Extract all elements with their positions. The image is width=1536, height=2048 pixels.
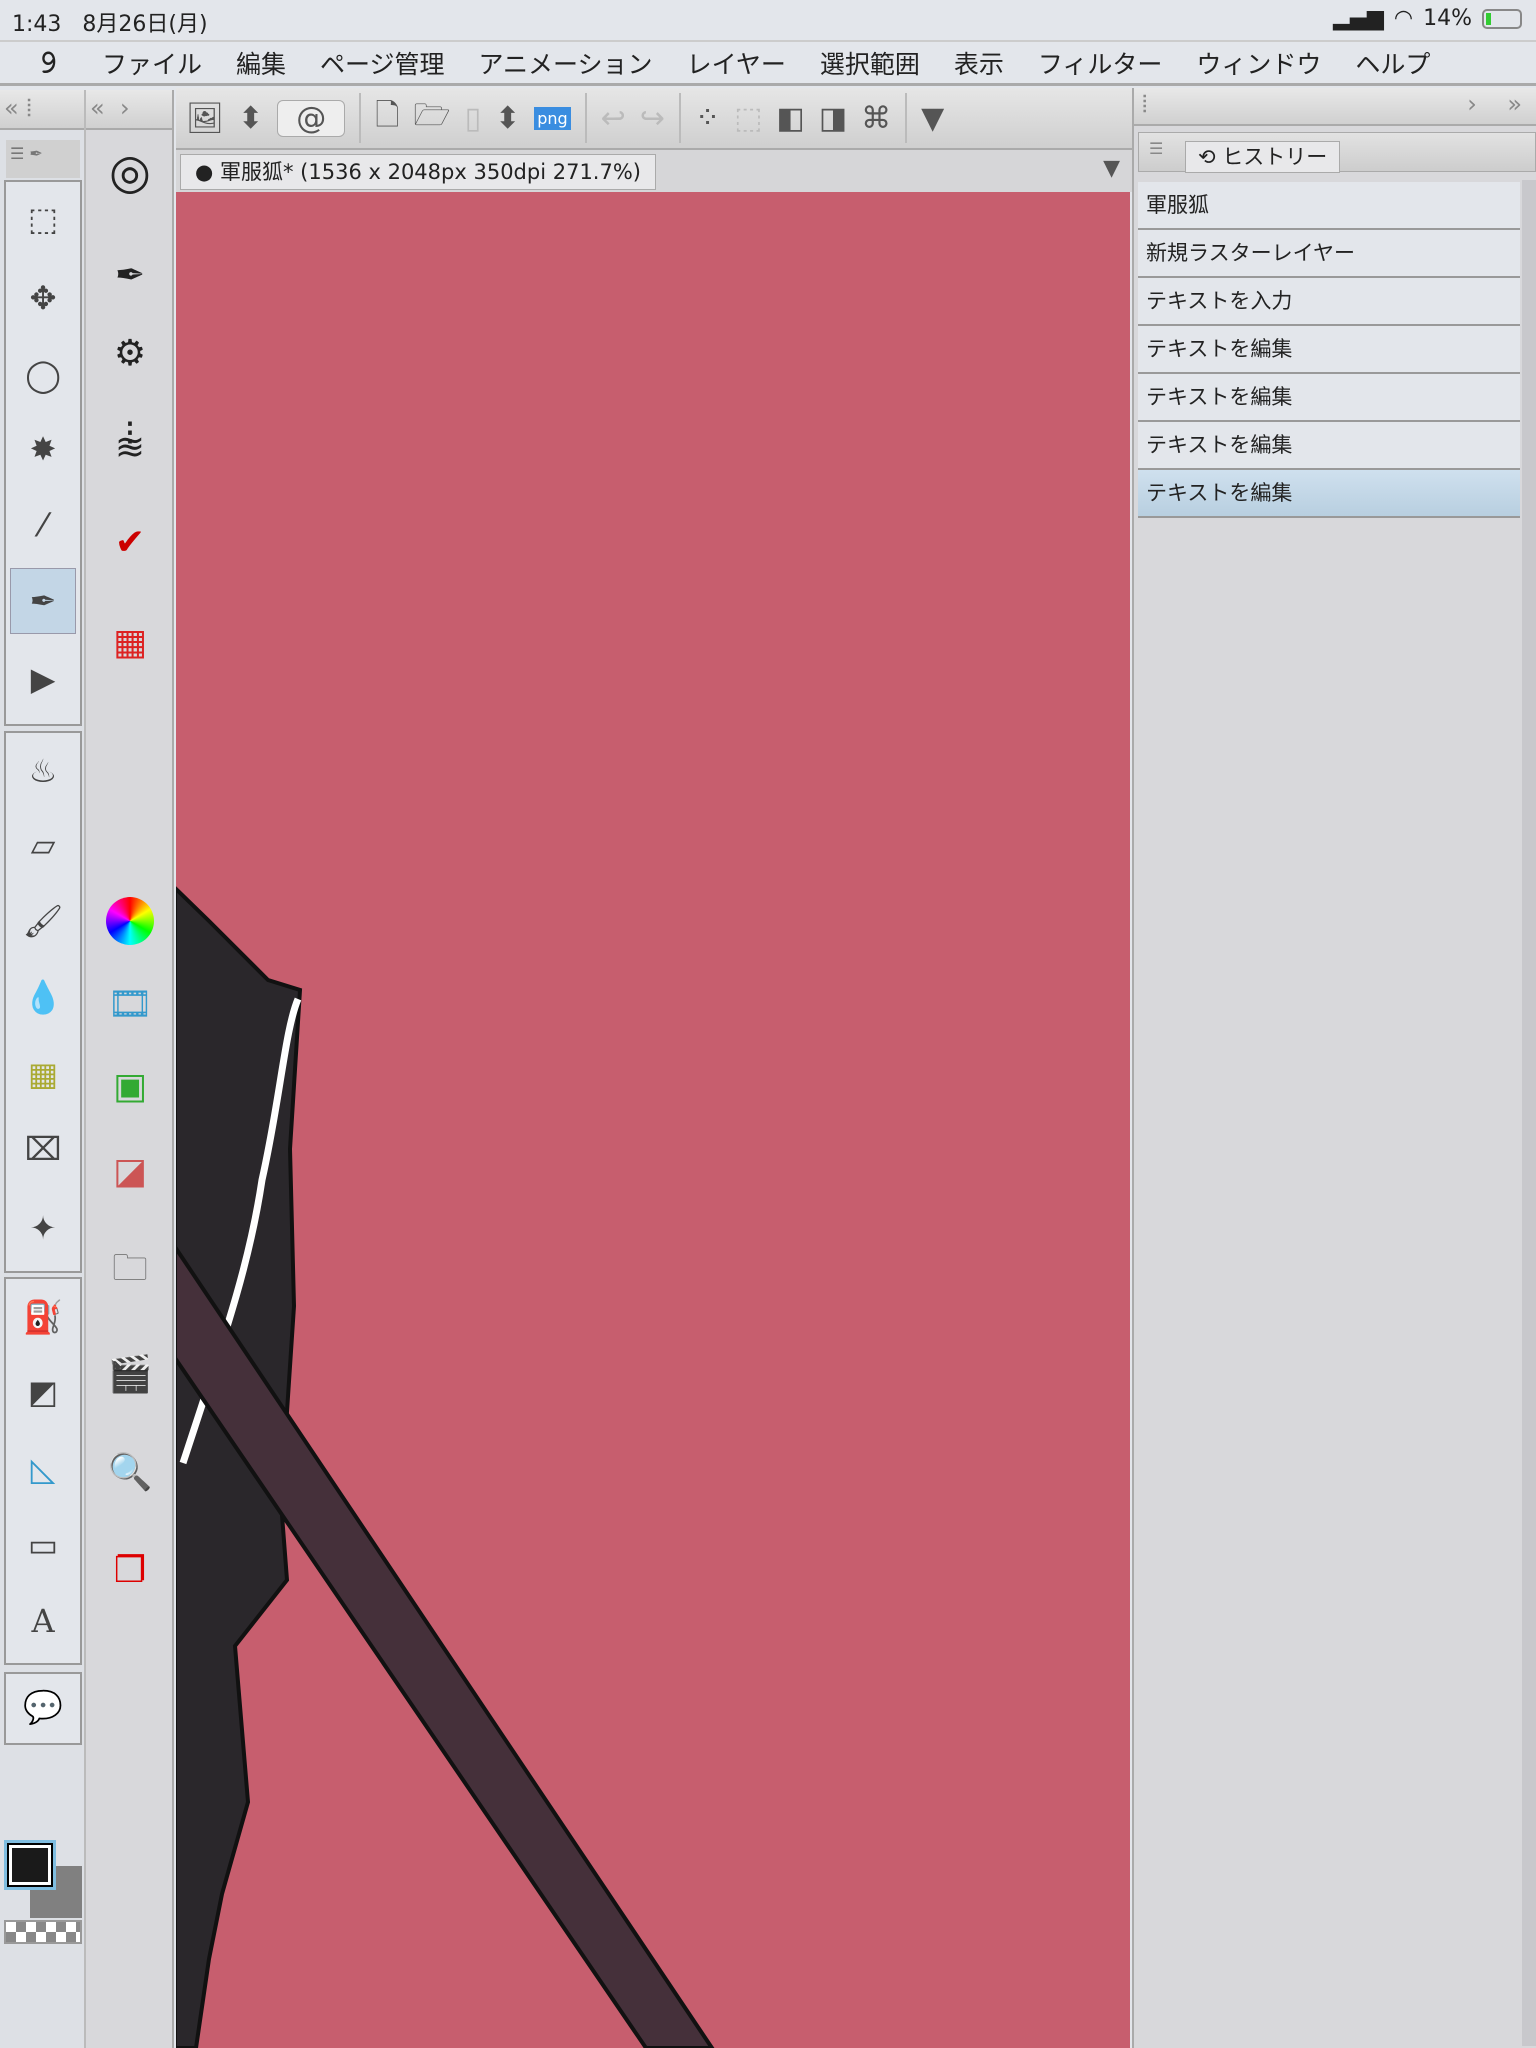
layer-search-icon[interactable]: ▣: [100, 1056, 160, 1116]
document-tab[interactable]: ● 軍服狐* (1536 x 2048px 350dpi 271.7%): [180, 154, 656, 190]
command-column: « › ◎ ✒ ⚙ ⁝ ≋ ✔ ▦ 🎞 ▣ ◪ 🗀 🎬 🔍 ❐: [86, 90, 174, 2048]
canvas[interactable]: [176, 192, 1130, 2048]
navigator-icon[interactable]: ◎: [100, 142, 160, 202]
animation-timeline-icon[interactable]: 🎞: [100, 974, 160, 1034]
battery-percent: 14%: [1423, 6, 1472, 31]
menu-view[interactable]: 表示: [954, 45, 1004, 81]
ruler-tool-icon[interactable]: ◺: [10, 1436, 76, 1502]
history-item[interactable]: テキストを編集: [1138, 326, 1520, 374]
fill-selection-icon[interactable]: ◧: [776, 101, 804, 136]
battery-icon: [1482, 8, 1522, 29]
tool-palette-menu-icon[interactable]: ☰ ✒: [6, 140, 80, 178]
app-logo-icon[interactable]: 𝟿: [20, 45, 76, 80]
menu-selection[interactable]: 選択範囲: [820, 45, 920, 81]
history-item[interactable]: テキストを編集: [1138, 422, 1520, 470]
document-tab-bar: ● 軍服狐* (1536 x 2048px 350dpi 271.7%) ▼: [176, 150, 1132, 192]
decoration-tool-icon[interactable]: ▦: [10, 1041, 76, 1107]
menu-help[interactable]: ヘルプ: [1355, 45, 1430, 81]
quick-access-icon[interactable]: 🖼: [186, 101, 224, 136]
history-item[interactable]: 新規ラスターレイヤー: [1138, 230, 1520, 278]
view-tool-icon[interactable]: ⬚: [10, 186, 76, 252]
tool-property-icon[interactable]: ⚙: [100, 323, 160, 383]
lasso-tool-icon[interactable]: ◯: [10, 342, 76, 408]
menu-page[interactable]: ページ管理: [320, 45, 445, 81]
menu-file[interactable]: ファイル: [102, 45, 202, 81]
export-png-icon[interactable]: png: [534, 106, 571, 130]
blend-tool-icon[interactable]: 💧: [10, 964, 76, 1030]
collapse-left-icon[interactable]: « ⦙: [0, 90, 84, 130]
save-icon[interactable]: ▯: [465, 101, 482, 136]
signal-icon: ▂▄▆: [1333, 6, 1384, 31]
brush-tool-icon[interactable]: ▱: [10, 812, 76, 878]
menu-animation[interactable]: アニメーション: [479, 45, 653, 81]
airbrush-icon[interactable]: ♨: [10, 738, 76, 804]
item-bank-icon[interactable]: ❐: [100, 1540, 160, 1600]
app-menu-button[interactable]: @: [277, 99, 346, 137]
rectangle-tool-icon[interactable]: ▭: [10, 1512, 76, 1578]
sparkle-tool-icon[interactable]: ✦: [10, 1195, 76, 1261]
gradient-tool-icon[interactable]: ◩: [10, 1359, 76, 1425]
menu-bar: 𝟿 ファイル 編集 ページ管理 アニメーション レイヤー 選択範囲 表示 フィル…: [0, 40, 1536, 86]
gradient-map-icon[interactable]: ◪: [100, 1141, 160, 1201]
date: 8月26日(月): [82, 12, 208, 37]
menu-filter[interactable]: フィルター: [1038, 45, 1163, 81]
menu-layer[interactable]: レイヤー: [687, 45, 786, 81]
layer-property-icon[interactable]: ✔: [100, 512, 160, 572]
menu-edit[interactable]: 編集: [236, 45, 286, 81]
balloon-tool-icon[interactable]: 💬: [10, 1674, 76, 1740]
panel-menu-icon[interactable]: ☰: [1149, 139, 1163, 158]
history-item[interactable]: 軍服狐: [1138, 182, 1520, 230]
status-bar: 1:43 8月26日(月) ▂▄▆ ◠ 14%: [0, 0, 1536, 40]
command-bar: 🖼 ⬍ @ 🗋 🗁 ▯ ⬍ png ↩ ↪ ⁘ ⬚ ◧ ◨ ⌘ ▼: [176, 88, 1132, 150]
document-title: 軍服狐* (1536 x 2048px 350dpi 271.7%): [220, 160, 641, 184]
panel-collapse-bar[interactable]: ⦙ › »: [1134, 88, 1536, 126]
search-layer-icon[interactable]: 🔍: [100, 1442, 160, 1502]
up-down-arrows-icon-2[interactable]: ⬍: [495, 101, 520, 136]
sub-tool-icon[interactable]: ✒: [100, 245, 160, 305]
loading-icon[interactable]: ⁘: [695, 101, 720, 136]
tab-history[interactable]: ⟲ ヒストリー: [1185, 141, 1341, 173]
pen-tool-icon[interactable]: ✒: [10, 568, 76, 634]
toolbar-dropdown-icon[interactable]: ▼: [921, 101, 944, 136]
expand-right-icon[interactable]: › »: [1467, 90, 1522, 118]
deselect-icon[interactable]: ⬚: [734, 101, 762, 136]
eraser-icon[interactable]: ⌧: [10, 1116, 76, 1182]
transparent-color-swatch[interactable]: [4, 1920, 82, 1944]
menu-window[interactable]: ウィンドウ: [1196, 45, 1321, 81]
collapse-column-icon[interactable]: « ›: [86, 90, 172, 130]
text-tool-icon[interactable]: A: [10, 1588, 76, 1654]
undo-icon[interactable]: ↩: [601, 101, 626, 136]
eyedropper-icon[interactable]: ⁄: [10, 492, 76, 558]
color-set-icon[interactable]: ▦: [100, 612, 160, 672]
new-file-icon[interactable]: 🗋: [375, 93, 399, 144]
layers-icon[interactable]: ≋: [100, 417, 160, 477]
up-down-arrows-icon[interactable]: ⬍: [238, 101, 263, 136]
tool-palette: « ⦙ ☰ ✒ ⬚ ✥ ◯ ✸ ⁄ ✒ ▶ ♨ ▱ 🖌 💧 ▦ ⌧ ✦ ⛽ ◩ …: [0, 90, 86, 2048]
tab-dropdown-icon[interactable]: ▼: [1103, 156, 1120, 181]
magic-wand-icon[interactable]: ✸: [10, 416, 76, 482]
history-item[interactable]: テキストを編集: [1138, 470, 1520, 518]
move-tool-icon[interactable]: ✥: [10, 265, 76, 331]
wifi-icon: ◠: [1393, 6, 1414, 31]
pencil-tool-icon[interactable]: ▶: [10, 646, 76, 712]
history-item[interactable]: テキストを入力: [1138, 278, 1520, 326]
color-wheel-icon[interactable]: [106, 897, 154, 945]
material-folder-icon[interactable]: 🗀: [100, 1242, 160, 1302]
scrollbar[interactable]: [1522, 180, 1536, 2046]
transform-icon[interactable]: ⌘: [861, 101, 891, 136]
history-item[interactable]: テキストを編集: [1138, 374, 1520, 422]
clapperboard-icon[interactable]: 🎬: [100, 1344, 160, 1404]
clock: 1:43: [12, 12, 62, 37]
history-panel: ⦙ › » ☰ ⟲ ヒストリー 軍服狐 新規ラスターレイヤー テキストを入力 テキストを…: [1132, 88, 1536, 2048]
main-color-swatch[interactable]: [4, 1840, 56, 1890]
artwork: [176, 886, 715, 2048]
redo-icon[interactable]: ↪: [640, 101, 665, 136]
paint-brush-icon[interactable]: 🖌: [10, 888, 76, 954]
strap-shape: [176, 1244, 715, 2048]
fill-tool-icon[interactable]: ⛽: [10, 1284, 76, 1350]
clip-icon[interactable]: ◨: [819, 101, 847, 136]
open-file-icon[interactable]: 🗁: [413, 93, 450, 144]
history-icon: ⟲: [1198, 145, 1216, 169]
